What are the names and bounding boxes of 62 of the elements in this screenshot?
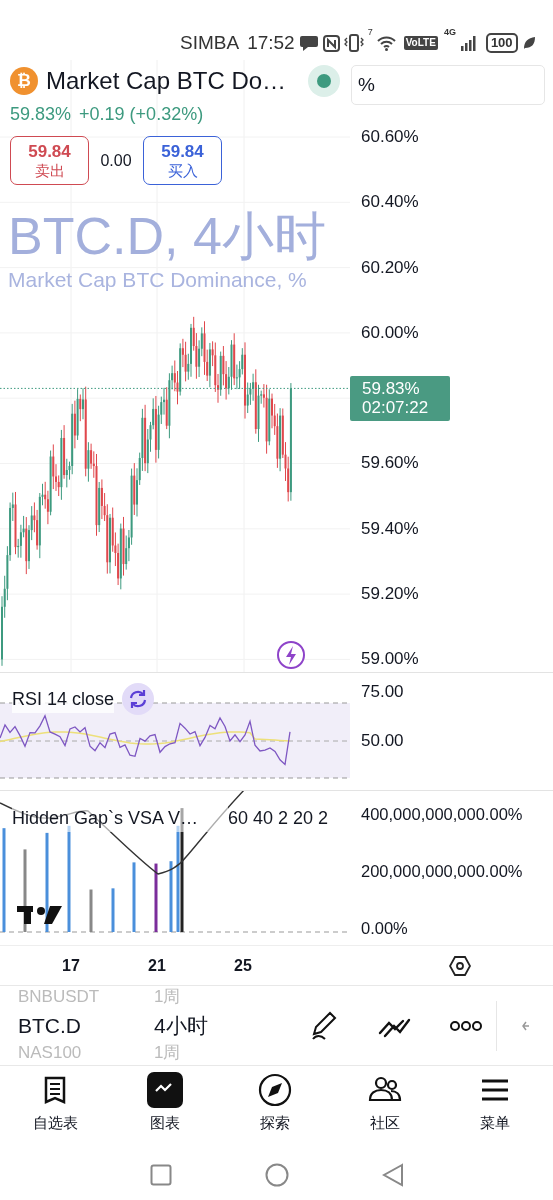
time-label: 21 [147,955,167,976]
volume-bar [154,863,158,932]
signal-icon [459,35,478,51]
wifi-standard: 7 [367,26,373,39]
network-type: 4G [443,26,456,39]
axis-label: 60.00% [361,322,420,343]
vibrate-icon [343,34,364,52]
clock: 17:52 [247,30,295,55]
back-icon[interactable] [381,1163,404,1187]
last-price: 59.83% [10,103,72,126]
coin-logo: ₿ [10,67,38,95]
axis-label: 50.00 [361,731,405,751]
axis-label: 59.00% [361,649,420,670]
nav-tab[interactable]: 探索 [220,1066,330,1150]
more-icon[interactable] [450,1019,482,1032]
axis-label: 59.20% [361,584,420,605]
settings-icon[interactable] [449,954,471,977]
wifi-icon [376,35,396,51]
symbol-title: Market Cap BTC Do… [46,66,287,96]
volume-bar [111,888,115,932]
home-icon[interactable] [264,1163,289,1187]
axis-label: 200,000,000,000.00% [361,861,524,881]
nav-tab[interactable]: 自选表 [0,1066,110,1150]
volume-bar [89,889,93,932]
sell-button[interactable]: 59.84 卖出 [10,136,89,185]
nav-tab[interactable]: 图表 [110,1066,220,1150]
leaf-icon [521,36,536,50]
indicator-title: Hidden Gap`s VSA V… [12,805,228,832]
nav-tab[interactable]: 社区 [330,1066,440,1150]
nav-tab[interactable]: 菜单 [440,1066,550,1150]
axis-label: 0.00% [361,918,409,938]
time-label: 17 [61,955,81,976]
indicator-inputs: 60 40 2 20 2 [228,805,329,832]
axis-label: 400,000,000,000.00% [361,804,524,824]
volume-bar [132,862,136,932]
back-arrow-icon[interactable] [522,1019,530,1032]
interval-option[interactable]: 4小时 [154,1009,294,1042]
volte-indicator: VoLTE [403,36,438,50]
carrier-name: SIMBA [180,30,240,55]
axis-label: 60.40% [361,192,420,213]
recents-icon[interactable] [149,1164,172,1186]
price-badge: 59.83% 02:07:22 [350,375,450,421]
volume-bar [169,861,173,932]
chat-icon [298,34,319,52]
battery-indicator: 100 [485,33,518,53]
time-label: 25 [233,955,253,976]
nfc-icon [322,34,340,52]
buy-button[interactable]: 59.84 买入 [143,136,222,185]
watermark-subtitle: Market Cap BTC Dominance, % [8,268,307,292]
price-change: +0.19 (+0.32%) [79,103,204,126]
axis-label: 60.20% [361,257,420,278]
logo-icon [17,906,62,924]
axis-label: 59.40% [361,518,420,539]
spread-value: 0.00 [99,150,133,171]
watermark-title: BTC.D, 4小时 [8,206,326,266]
axis-label: 59.60% [361,453,420,474]
refresh-icon[interactable] [122,683,155,715]
axis-label: 75.00 [361,682,405,702]
lightning-icon[interactable] [277,641,305,669]
symbol-option[interactable]: BTC.D [18,1009,154,1042]
axis-label: 60.60% [361,127,420,147]
unit-field[interactable]: % [351,65,545,105]
